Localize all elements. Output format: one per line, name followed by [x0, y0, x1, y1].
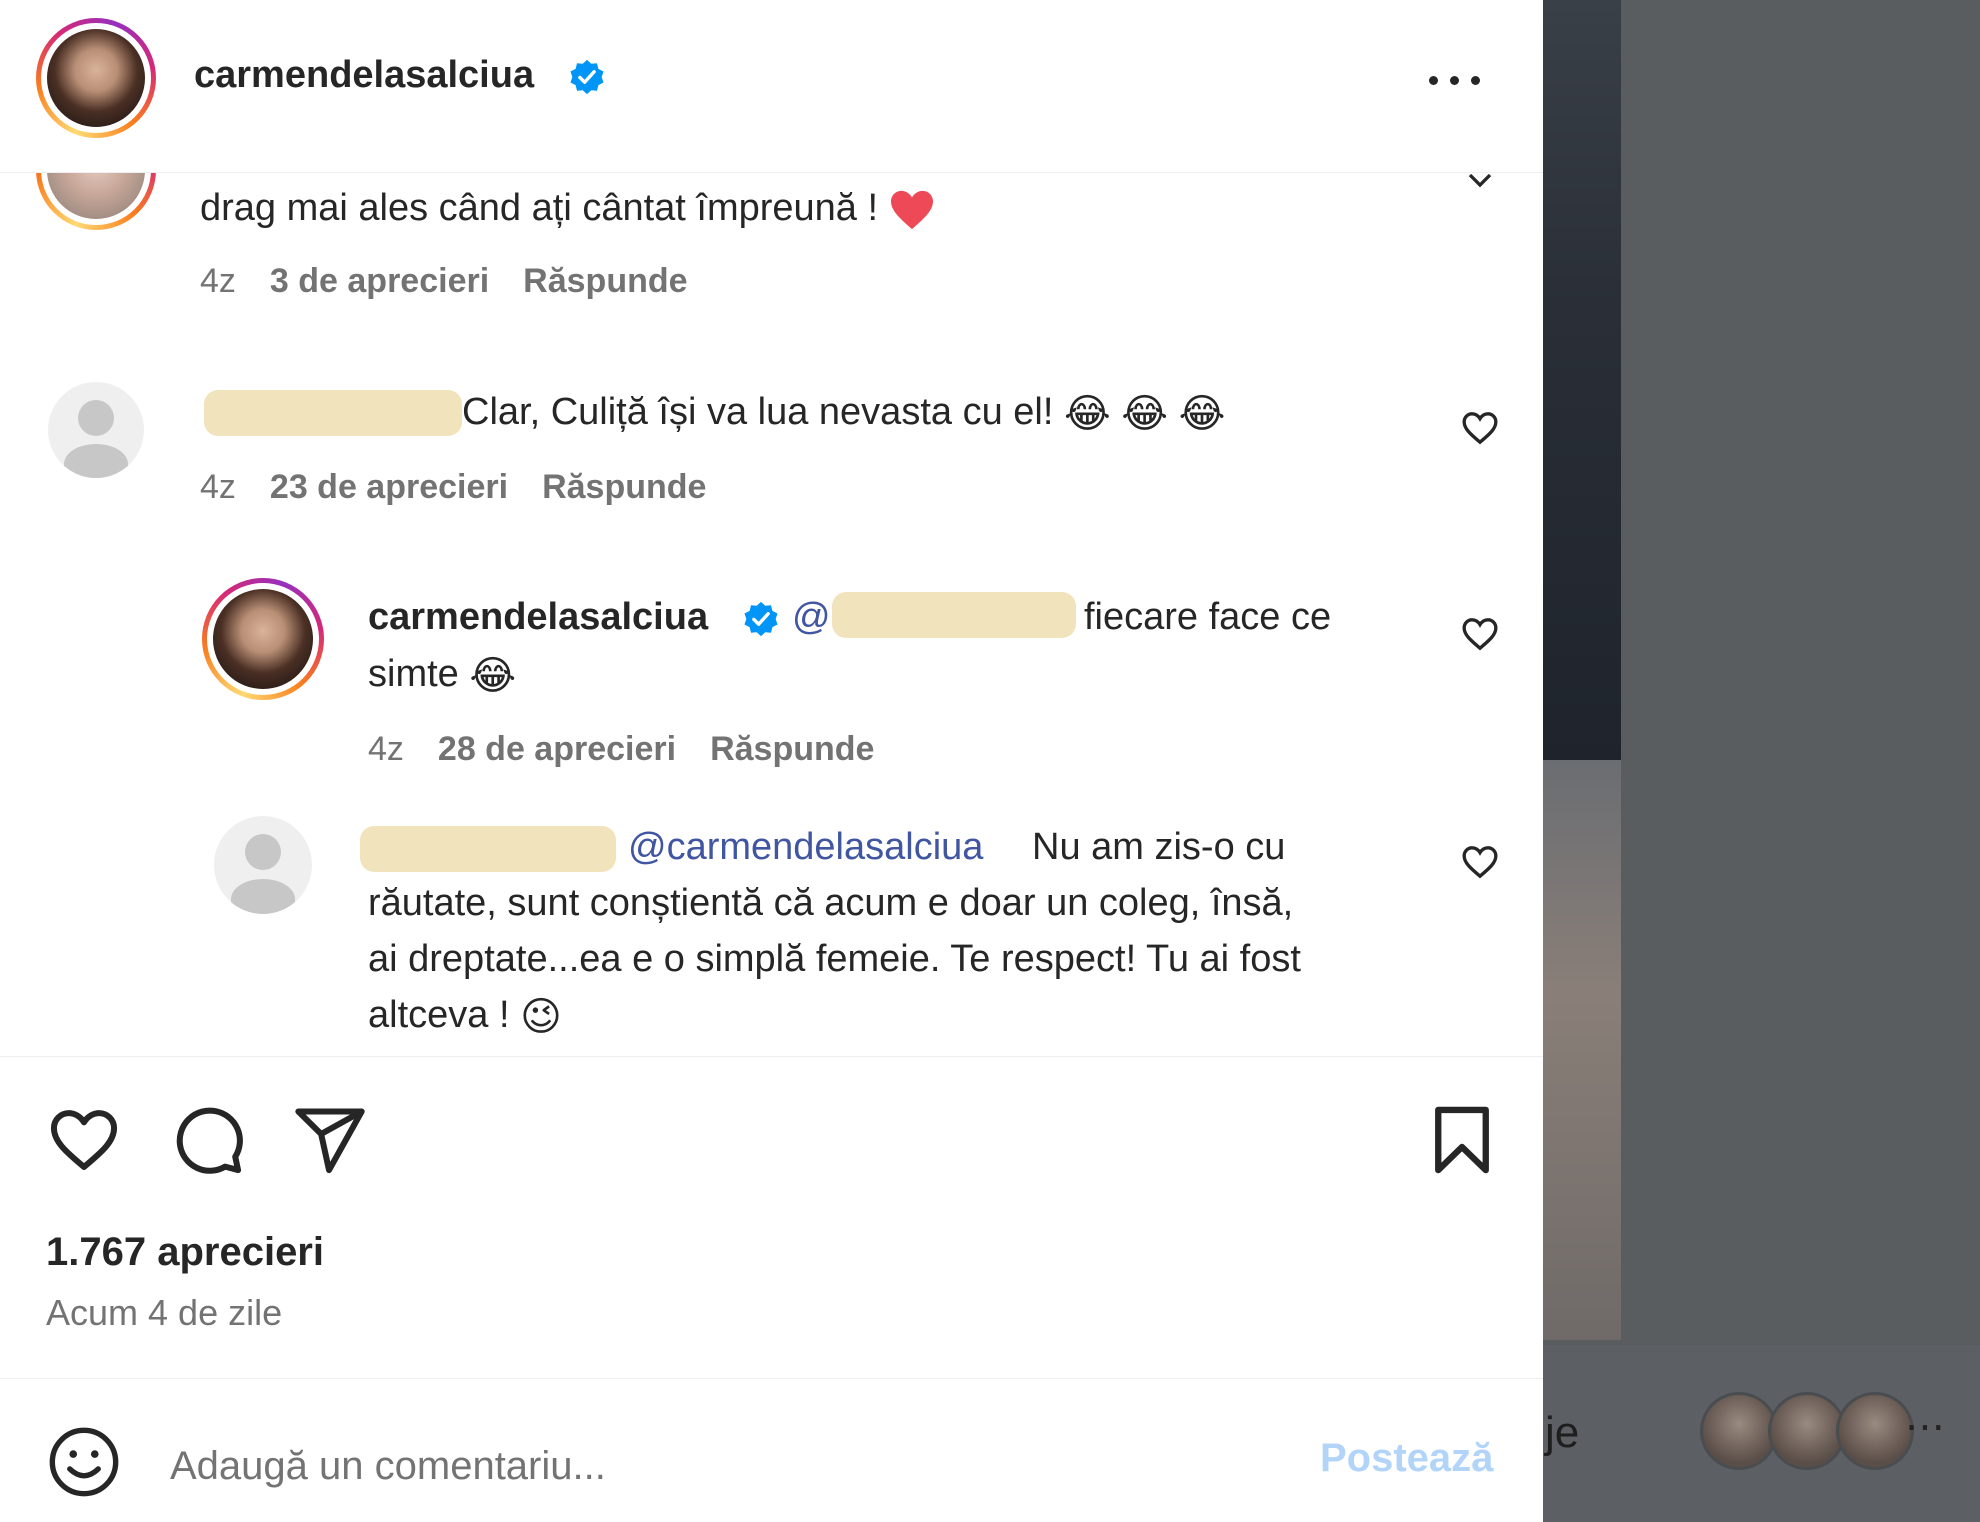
comment-time: 4z: [368, 730, 404, 768]
comment-likes[interactable]: 3 de aprecieri: [270, 262, 489, 300]
post-header: carmendelasalciua: [0, 0, 1543, 173]
comment-text: simte 😂: [368, 646, 516, 704]
verified-badge-icon: [744, 601, 778, 637]
comment-text: fiecare face ce: [1084, 596, 1332, 638]
comment-likes[interactable]: 23 de aprecieri: [270, 468, 508, 506]
comment-text: răutate, sunt conștientă că acum e doar …: [368, 882, 1294, 924]
comment-time: 4z: [200, 262, 236, 300]
verified-badge-icon: [570, 59, 604, 95]
like-comment-heart-icon[interactable]: [1460, 842, 1500, 882]
comment-time: 4z: [200, 468, 236, 506]
laughing-tears-emoji-icon: 😂: [1178, 391, 1226, 436]
comment-likes[interactable]: 28 de aprecieri: [438, 730, 676, 768]
post-timestamp: Acum 4 de zile: [46, 1292, 283, 1333]
reply-button[interactable]: Răspunde: [523, 262, 687, 300]
laughing-tears-emoji-icon: 😂: [1063, 391, 1111, 436]
background-avatar: [1700, 1392, 1778, 1470]
post-comments-panel: carmendelasalciua drag mai ales când ați…: [0, 0, 1543, 1522]
comment-meta: 4z 3 de aprecieri Răspunde: [200, 262, 688, 301]
commenter-avatar[interactable]: [214, 816, 312, 914]
laughing-tears-emoji-icon: 😂: [469, 653, 517, 698]
comment-text: Clar, Culiță își va lua nevasta cu el! 😂…: [462, 384, 1225, 442]
share-send-icon[interactable]: [292, 1102, 368, 1178]
comment-meta: 4z 23 de aprecieri Răspunde: [200, 468, 706, 507]
like-comment-heart-icon[interactable]: [1460, 408, 1500, 448]
reply-author-username[interactable]: carmendelasalciua: [368, 596, 708, 639]
more-options-icon[interactable]: [1425, 50, 1485, 110]
author-username[interactable]: carmendelasalciua: [194, 54, 534, 97]
background-photo-top: [1543, 0, 1621, 760]
background-more-icon: ⋯: [1905, 1405, 1945, 1449]
author-avatar[interactable]: [36, 18, 156, 138]
winking-emoji-icon: 😉: [520, 994, 562, 1039]
redacted-username: [360, 826, 616, 872]
mention-link[interactable]: @carmendelasalciua: [628, 819, 983, 875]
background-partial-text: je: [1545, 1408, 1580, 1457]
comment-meta: 4z 28 de aprecieri Răspunde: [368, 730, 874, 769]
author-reply-avatar[interactable]: [202, 578, 324, 700]
divider: [0, 1056, 1543, 1057]
laughing-tears-emoji-icon: 😂: [1121, 391, 1169, 436]
comment-icon[interactable]: [170, 1102, 246, 1178]
emoji-picker-icon[interactable]: [46, 1424, 122, 1500]
comment-text: ai dreptate...ea e o simplă femeie. Te r…: [368, 938, 1301, 980]
comment-text: altceva ! 😉: [368, 987, 562, 1045]
background-avatar: [1836, 1392, 1914, 1470]
mention-link[interactable]: @: [792, 589, 831, 645]
redacted-username: [204, 390, 462, 436]
reply-button[interactable]: Răspunde: [710, 730, 874, 768]
commenter-avatar[interactable]: [48, 382, 144, 478]
background-photo-middle: [1543, 760, 1621, 1340]
background-avatar: [1768, 1392, 1846, 1470]
like-comment-heart-icon[interactable]: [1460, 614, 1500, 654]
comment-input[interactable]: [168, 1430, 1282, 1502]
comment-text: drag mai ales când ați cântat împreună !: [200, 180, 935, 236]
like-heart-icon[interactable]: [46, 1102, 122, 1178]
post-comment-button[interactable]: Postează: [1320, 1436, 1493, 1481]
red-heart-emoji-icon: [890, 190, 933, 230]
post-likes-count[interactable]: 1.767 aprecieri: [46, 1230, 324, 1275]
redacted-username: [832, 592, 1076, 638]
reply-button[interactable]: Răspunde: [542, 468, 706, 506]
save-bookmark-icon[interactable]: [1424, 1100, 1500, 1180]
comment-text: Nu am zis-o cu: [1032, 826, 1286, 868]
divider: [0, 1378, 1543, 1379]
